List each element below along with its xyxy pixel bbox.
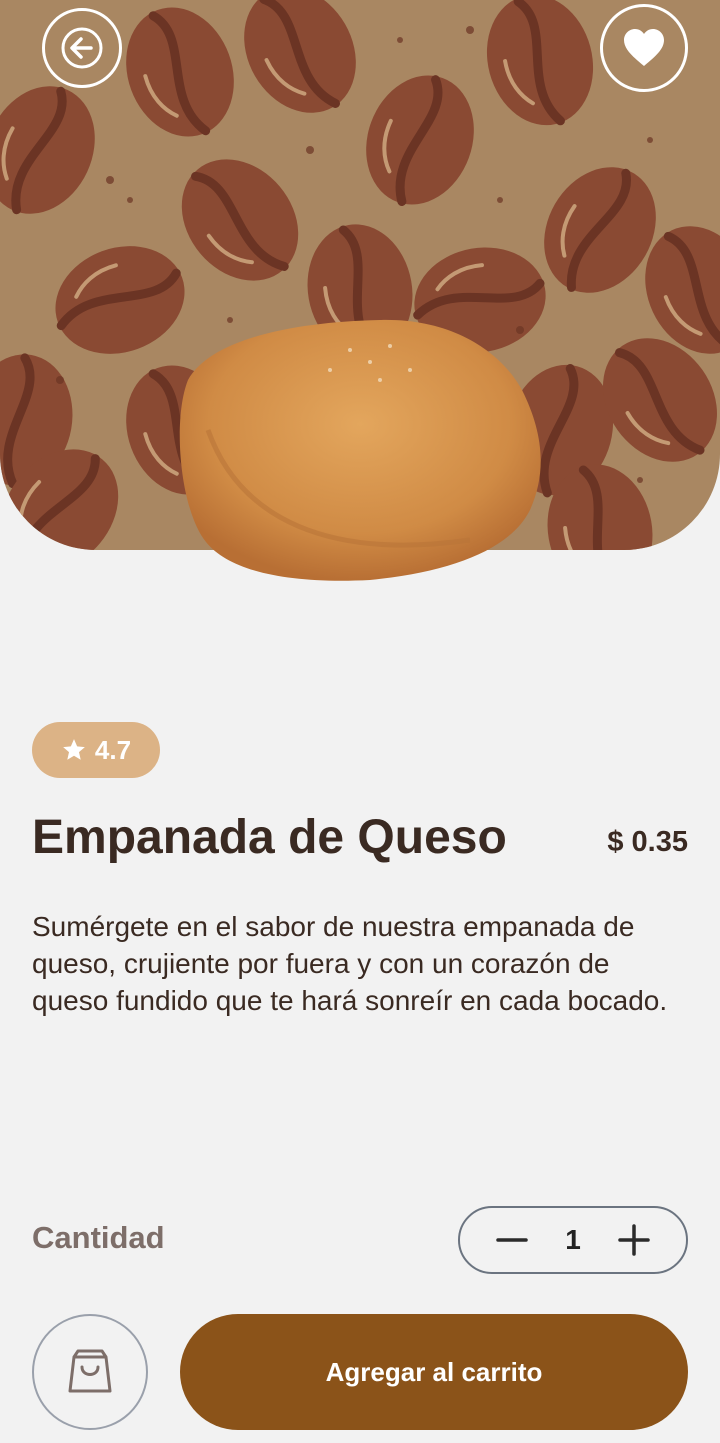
add-to-cart-button[interactable]: Agregar al carrito (180, 1314, 688, 1430)
increase-button[interactable] (616, 1222, 652, 1258)
product-price: $ 0.35 (607, 826, 688, 858)
quantity-stepper: 1 (458, 1206, 688, 1274)
plus-icon (618, 1224, 650, 1256)
rating-value: 4.7 (94, 734, 132, 765)
product-name: Empanada de Queso (32, 811, 507, 864)
star-icon (63, 739, 85, 760)
product-image (179, 319, 541, 581)
shopping-bag-icon (68, 1349, 112, 1393)
favorite-button[interactable] (600, 4, 688, 92)
product-description: Sumérgete en el sabor de nuestra empanad… (32, 911, 668, 1016)
decrease-button[interactable] (494, 1222, 530, 1258)
rating-badge: 4.7 (32, 722, 160, 778)
arrow-left-icon (61, 27, 103, 69)
quantity-value: 1 (565, 1224, 581, 1255)
minus-icon (496, 1238, 528, 1242)
back-button[interactable] (42, 8, 122, 88)
heart-icon (624, 29, 664, 66)
quantity-label: Cantidad (32, 1220, 165, 1255)
cart-button[interactable] (32, 1314, 148, 1430)
